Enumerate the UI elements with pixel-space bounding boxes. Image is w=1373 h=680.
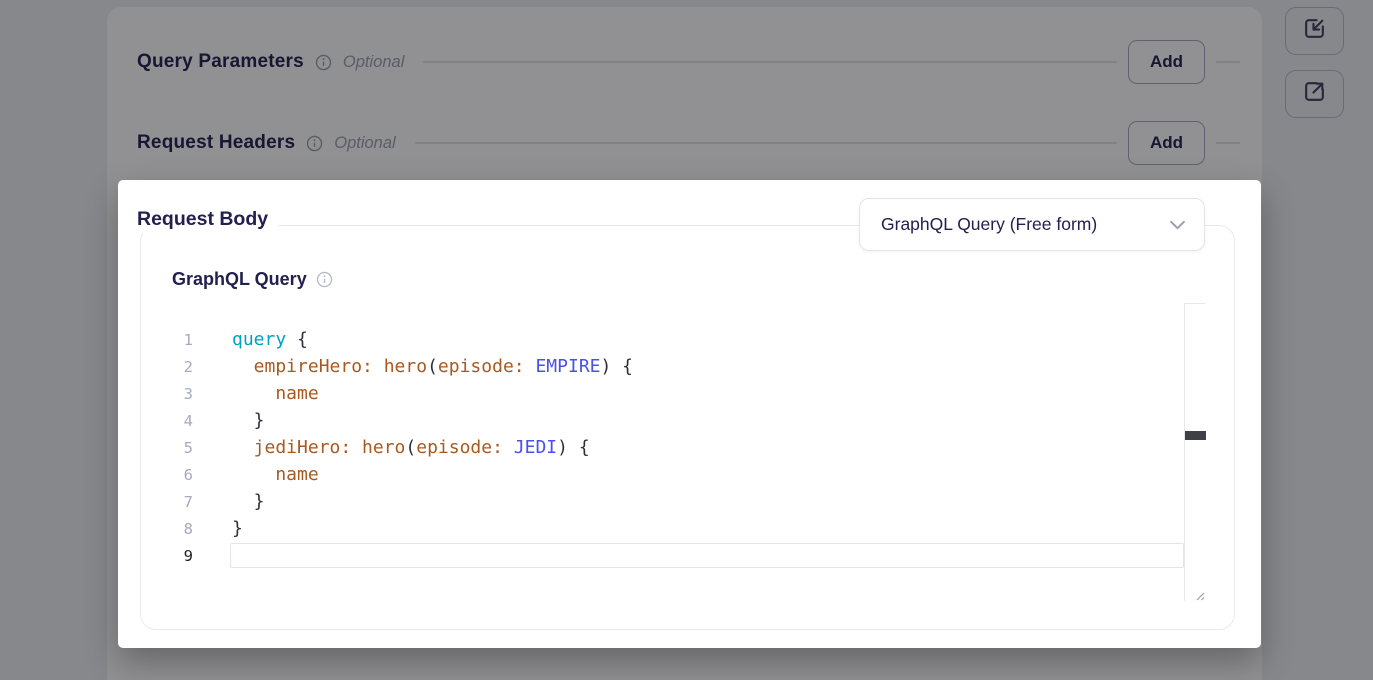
- chevron-down-icon: [1170, 214, 1185, 235]
- line-number: 5: [161, 439, 193, 457]
- code-line-content[interactable]: }: [230, 516, 1184, 541]
- line-number: 3: [161, 385, 193, 403]
- code-line-4[interactable]: 4 }: [161, 407, 1184, 434]
- code-line-8[interactable]: 8}: [161, 515, 1184, 542]
- code-line-2[interactable]: 2 empireHero: hero(episode: EMPIRE) {: [161, 353, 1184, 380]
- graphql-query-fieldset: GraphQL Query 1query {2 empireHero: hero…: [140, 225, 1235, 630]
- code-line-9[interactable]: 9: [161, 542, 1184, 569]
- code-line-content[interactable]: name: [230, 381, 1184, 406]
- code-line-content[interactable]: jediHero: hero(episode: JEDI) {: [230, 435, 1184, 460]
- graphql-query-label-row: GraphQL Query: [172, 269, 333, 290]
- page: Query Parameters Optional Add Request He…: [0, 0, 1373, 680]
- body-type-select-value: GraphQL Query (Free form): [881, 214, 1097, 235]
- editor-scrollbar[interactable]: [1184, 303, 1205, 601]
- request-body-title: Request Body: [137, 208, 278, 233]
- line-number: 6: [161, 466, 193, 484]
- code-line-content[interactable]: name: [230, 462, 1184, 487]
- code-line-7[interactable]: 7 }: [161, 488, 1184, 515]
- code-lines[interactable]: 1query {2 empireHero: hero(episode: EMPI…: [161, 303, 1184, 601]
- resize-handle-icon[interactable]: [1192, 588, 1205, 601]
- code-line-content[interactable]: query {: [230, 327, 1184, 352]
- code-line-5[interactable]: 5 jediHero: hero(episode: JEDI) {: [161, 434, 1184, 461]
- line-number: 9: [161, 547, 193, 565]
- line-number: 1: [161, 331, 193, 349]
- request-body-panel: Request Body GraphQL Query (Free form) G…: [118, 180, 1261, 648]
- line-number: 8: [161, 520, 193, 538]
- body-type-select[interactable]: GraphQL Query (Free form): [859, 198, 1205, 251]
- line-number: 2: [161, 358, 193, 376]
- code-line-6[interactable]: 6 name: [161, 461, 1184, 488]
- info-icon[interactable]: [316, 271, 333, 288]
- code-line-content[interactable]: empireHero: hero(episode: EMPIRE) {: [230, 354, 1184, 379]
- code-line-3[interactable]: 3 name: [161, 380, 1184, 407]
- code-line-content[interactable]: }: [230, 489, 1184, 514]
- graphql-query-label: GraphQL Query: [172, 269, 307, 290]
- code-line-1[interactable]: 1 query {: [161, 326, 1184, 353]
- line-number: 7: [161, 493, 193, 511]
- scrollbar-thumb[interactable]: [1185, 431, 1206, 440]
- line-number: 4: [161, 412, 193, 430]
- code-line-content[interactable]: [230, 543, 1184, 568]
- code-line-content[interactable]: }: [230, 408, 1184, 433]
- graphql-query-editor[interactable]: 1query {2 empireHero: hero(episode: EMPI…: [161, 303, 1205, 601]
